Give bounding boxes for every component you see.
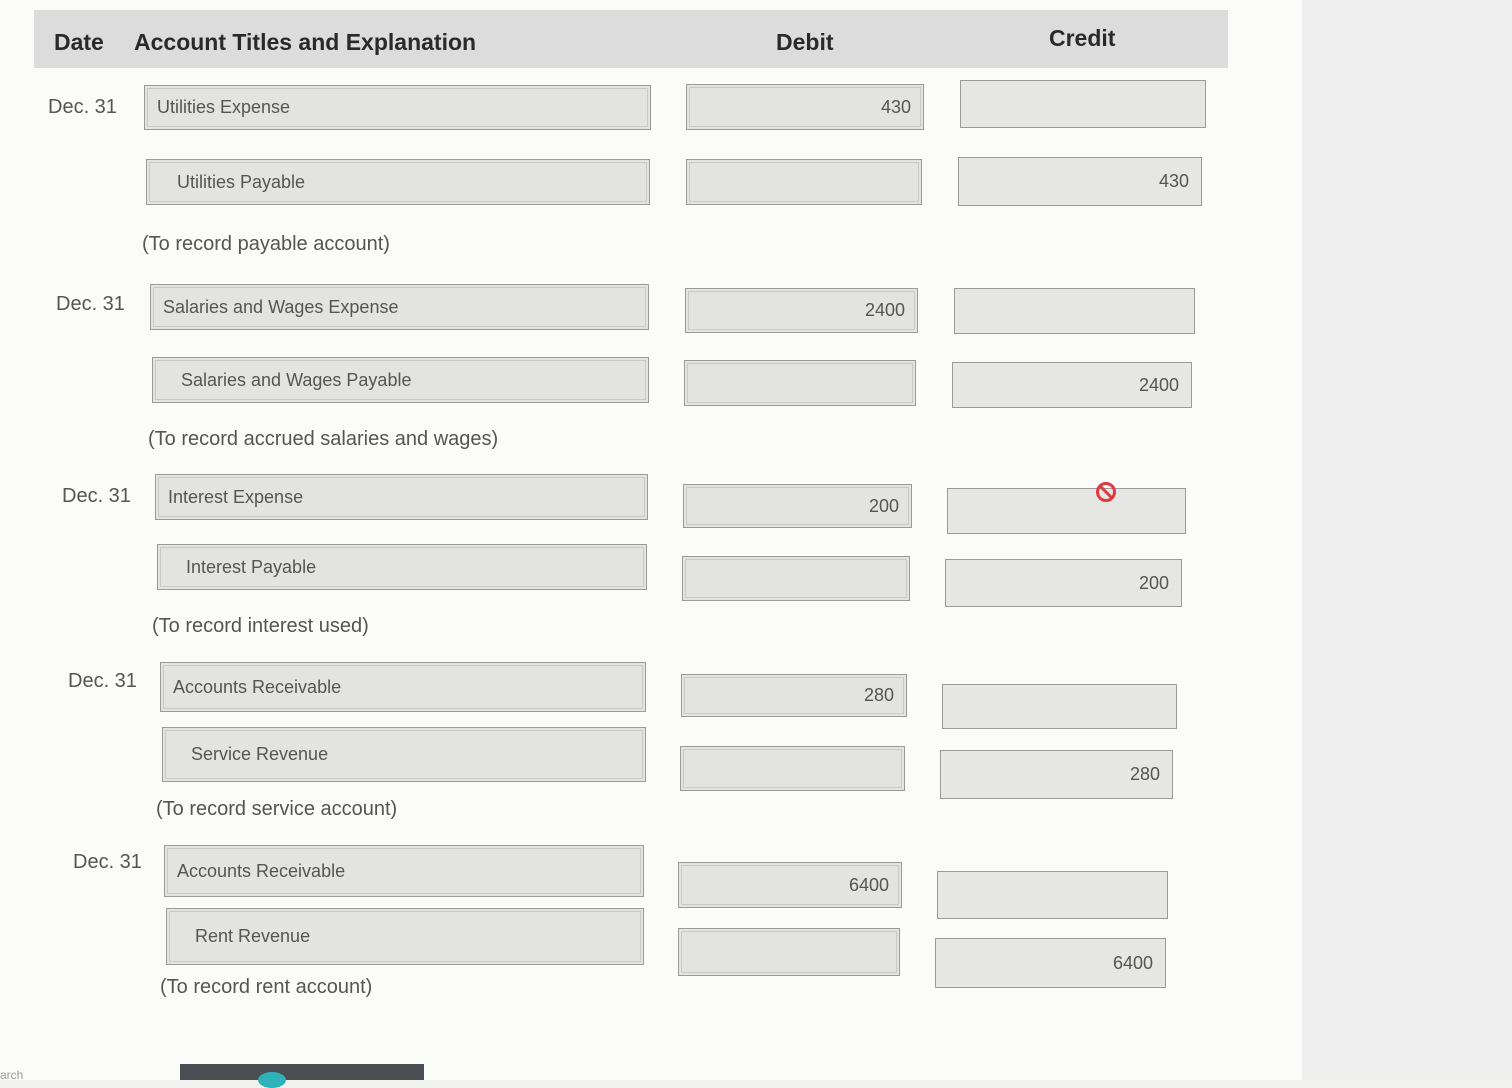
entry-3-credit-account-value: Interest Payable [186,556,317,577]
entry-2-credit-account-value: Salaries and Wages Payable [181,369,412,390]
entry-2-date: Dec. 31 [56,293,125,315]
journal-page: Date Account Titles and Explanation Debi… [0,0,1302,1080]
entry-1-debit-amount-value: 430 [880,96,911,117]
entry-5-credit-account-value: Rent Revenue [195,926,311,946]
entry-5-debit-amount-field[interactable]: 6400 [678,862,902,908]
entry-3-date: Dec. 31 [62,485,131,507]
entry-1-debit-account-field[interactable]: Utilities Expense [144,85,651,130]
entry-1-credit-amount-field[interactable]: 430 [958,157,1202,206]
entry-2-debit-account-field[interactable]: Salaries and Wages Expense [150,284,649,330]
entry-4-credit-amount-blank-field[interactable] [942,684,1177,729]
entry-2-credit-account-field[interactable]: Salaries and Wages Payable [152,357,649,403]
entry-1-explanation: (To record payable account) [142,233,390,255]
taskbar[interactable] [180,1064,424,1080]
entry-3-debit-account-value: Interest Expense [168,486,304,507]
entry-5-explanation: (To record rent account) [160,976,373,998]
entry-5-debit-amount-value: 6400 [848,874,889,895]
taskbar-app-icon[interactable] [258,1072,286,1088]
header-date: Date [54,29,104,55]
entry-1-date: Dec. 31 [48,96,117,118]
entry-4-debit-account-value: Accounts Receivable [173,676,342,697]
header-credit: Credit [1049,25,1116,51]
entry-1-debit-account-value: Utilities Expense [157,97,291,117]
entry-4-credit-account-field[interactable]: Service Revenue [162,727,646,782]
entry-2-explanation: (To record accrued salaries and wages) [148,428,499,450]
entry-4-debit-amount-blank-field[interactable] [680,746,905,791]
entry-3-credit-amount-field[interactable]: 200 [945,559,1182,607]
entry-4-debit-account-field[interactable]: Accounts Receivable [160,662,646,712]
entry-3-credit-amount-value: 200 [1138,572,1169,593]
entry-2-debit-amount-value: 2400 [864,300,905,320]
entry-4-credit-account-value: Service Revenue [191,744,329,764]
entry-2-credit-amount-value: 2400 [1138,374,1179,395]
entry-3-debit-amount-field[interactable]: 200 [683,484,912,528]
entry-4-credit-amount-value: 280 [1129,764,1160,784]
entry-4-date: Dec. 31 [68,670,137,692]
entry-4-explanation: (To record service account) [156,798,398,820]
not-allowed-icon [1096,482,1116,502]
entry-3-debit-amount-value: 200 [868,495,899,516]
entry-1-credit-amount-blank-field[interactable] [960,80,1206,128]
entry-5-credit-amount-blank-field[interactable] [937,871,1168,919]
entry-3-debit-amount-blank-field[interactable] [682,556,910,601]
entry-4-debit-amount-field[interactable]: 280 [681,674,907,717]
entry-1-credit-amount-value: 430 [1158,171,1189,191]
entry-5-credit-amount-field[interactable]: 6400 [935,938,1166,988]
header-debit: Debit [776,29,834,55]
entry-5-debit-account-field[interactable]: Accounts Receivable [164,845,644,897]
entry-2-debit-account-value: Salaries and Wages Expense [163,296,399,317]
entry-5-credit-account-field[interactable]: Rent Revenue [166,908,644,965]
entry-3-credit-account-field[interactable]: Interest Payable [157,544,647,590]
entry-4-credit-amount-field[interactable]: 280 [940,750,1173,799]
entry-3-credit-amount-blank-field[interactable] [947,488,1186,534]
entry-1-debit-amount-field[interactable]: 430 [686,84,924,130]
entry-5-debit-account-value: Accounts Receivable [177,860,346,881]
entry-5-debit-amount-blank-field[interactable] [678,928,900,976]
entry-5-credit-amount-value: 6400 [1112,952,1153,973]
table-header: Date Account Titles and Explanation Debi… [34,10,1228,68]
entry-5-date: Dec. 31 [73,851,142,873]
entry-2-debit-amount-field[interactable]: 2400 [685,288,918,333]
background-margin [1302,0,1512,1080]
entry-3-explanation: (To record interest used) [152,615,369,637]
header-account-titles: Account Titles and Explanation [134,29,477,55]
entry-2-credit-amount-blank-field[interactable] [954,288,1195,334]
entry-1-debit-amount-blank-field[interactable] [686,159,922,205]
entry-1-credit-account-value: Utilities Payable [177,171,306,192]
entry-2-debit-amount-blank-field[interactable] [684,360,916,406]
entry-1-credit-account-field[interactable]: Utilities Payable [146,159,650,205]
entry-4-debit-amount-value: 280 [863,685,894,705]
entry-2-credit-amount-field[interactable]: 2400 [952,362,1192,408]
entry-3-debit-account-field[interactable]: Interest Expense [155,474,648,520]
